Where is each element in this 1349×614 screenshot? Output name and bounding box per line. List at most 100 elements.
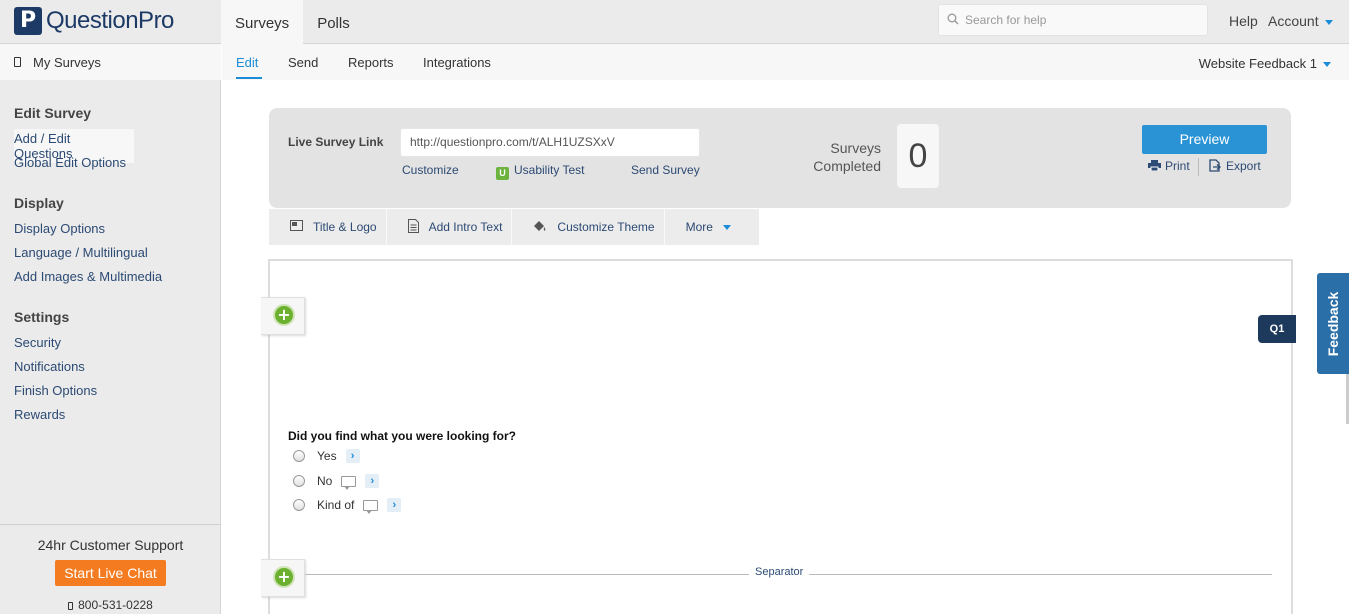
sidebar-item-finish-options[interactable]: Finish Options [14, 383, 97, 398]
completed-count: 0 [897, 124, 939, 188]
sidebar-item-images-multimedia[interactable]: Add Images & Multimedia [14, 269, 162, 284]
feedback-tab[interactable]: Feedback [1317, 273, 1349, 374]
mobile-icon [14, 57, 21, 67]
account-label: Account [1268, 13, 1319, 29]
usability-icon: U [496, 167, 509, 180]
more-menu[interactable]: More [664, 209, 759, 245]
section-settings: Settings [14, 309, 70, 325]
export-icon [1209, 159, 1222, 172]
print-icon [1148, 160, 1161, 172]
branching-arrow-icon[interactable]: › [387, 498, 402, 512]
question-text[interactable]: Did you find what you were looking for? [288, 429, 516, 443]
section-edit-survey: Edit Survey [14, 105, 92, 121]
completed-line-2: Completed [813, 158, 881, 174]
surveys-completed-label: Surveys Completed [789, 139, 881, 175]
print-link[interactable]: Print [1148, 159, 1190, 173]
search-input[interactable]: Search for help [938, 4, 1208, 36]
customize-link[interactable]: Customize [402, 163, 459, 177]
divider [1198, 158, 1199, 176]
answer-radio[interactable] [293, 450, 305, 462]
send-survey-link[interactable]: Send Survey [631, 163, 700, 177]
export-label: Export [1226, 159, 1261, 173]
paint-icon [533, 220, 547, 235]
logo-text: QuestionPro [46, 7, 174, 34]
account-menu[interactable]: Account [1268, 13, 1333, 29]
live-link-label: Live Survey Link [288, 135, 384, 149]
customize-theme-button[interactable]: Customize Theme [512, 209, 665, 245]
chevron-down-icon [722, 224, 731, 230]
add-intro-text-button[interactable]: Add Intro Text [386, 209, 513, 245]
tab-polls[interactable]: Polls [303, 0, 364, 44]
sidebar-item-rewards[interactable]: Rewards [14, 407, 65, 422]
help-link[interactable]: Help [1229, 13, 1258, 29]
answer-label: Kind of [317, 498, 355, 512]
phone-icon [68, 602, 74, 610]
customer-support: 24hr Customer Support Start Live Chat 80… [0, 524, 221, 614]
completed-line-1: Surveys [830, 140, 881, 156]
section-display: Display [14, 195, 64, 211]
customize-theme-label: Customize Theme [557, 220, 655, 234]
export-link[interactable]: Export [1208, 159, 1261, 173]
comment-icon[interactable] [341, 475, 357, 490]
answer-option: Yes › [293, 449, 360, 463]
logo[interactable]: P QuestionPro [14, 7, 174, 35]
chevron-down-icon [1324, 19, 1333, 25]
active-tab-indicator [236, 77, 262, 79]
main-tabs: Surveys Polls [221, 0, 364, 45]
sidebar-item-notifications[interactable]: Notifications [14, 359, 85, 374]
support-phone: 800-531-0228 [0, 598, 221, 612]
branching-arrow-icon[interactable]: › [365, 474, 380, 488]
document-icon [407, 218, 419, 236]
title-logo-button[interactable]: Title & Logo [269, 209, 387, 245]
start-live-chat-button[interactable]: Start Live Chat [55, 560, 166, 586]
answer-option: Kind of › [293, 498, 402, 514]
survey-name: Website Feedback 1 [1198, 56, 1317, 71]
tab-reports[interactable]: Reports [348, 55, 394, 70]
logo-mark: P [14, 7, 42, 35]
live-link-panel: Live Survey Link http://questionpro.com/… [269, 108, 1291, 208]
tab-edit[interactable]: Edit [236, 55, 258, 70]
sub-nav: Edit Send Reports Integrations Website F… [222, 44, 1349, 80]
tab-send[interactable]: Send [288, 55, 318, 70]
add-question-button[interactable]: + [261, 559, 305, 597]
sidebar-item-global-edit-options[interactable]: Global Edit Options [14, 155, 126, 170]
survey-selector[interactable]: Website Feedback 1 [1199, 56, 1331, 71]
tab-surveys[interactable]: Surveys [221, 0, 304, 45]
sidebar: My Surveys Edit Survey Add / Edit Questi… [0, 44, 221, 614]
answer-label: No [317, 474, 333, 488]
branching-arrow-icon[interactable]: › [345, 449, 360, 463]
print-label: Print [1165, 159, 1190, 173]
top-bar: P QuestionPro Surveys Polls Search for h… [0, 0, 1349, 45]
separator-label[interactable]: Separator [749, 566, 810, 578]
add-intro-text-label: Add Intro Text [428, 220, 503, 234]
comment-icon[interactable] [363, 499, 379, 514]
preview-button[interactable]: Preview [1142, 125, 1267, 154]
title-logo-label: Title & Logo [313, 220, 377, 234]
chevron-down-icon [1323, 62, 1331, 68]
plus-icon: + [273, 304, 295, 326]
layout-icon [290, 220, 303, 234]
answer-radio[interactable] [293, 475, 305, 487]
usability-test-link[interactable]: U Usability Test [496, 163, 584, 180]
editor-toolbar: Title & Logo Add Intro Text Customize Th… [269, 209, 759, 245]
sidebar-item-language[interactable]: Language / Multilingual [14, 245, 148, 260]
support-title: 24hr Customer Support [37, 537, 184, 553]
plus-icon: + [273, 566, 295, 588]
search-placeholder: Search for help [965, 13, 1047, 27]
answer-option: No › [293, 474, 380, 490]
feedback-label: Feedback [1325, 291, 1341, 356]
survey-link-field[interactable]: http://questionpro.com/t/ALH1UZSXxV [400, 128, 700, 157]
search-icon [947, 13, 959, 28]
sidebar-item-display-options[interactable]: Display Options [14, 221, 105, 236]
more-label: More [685, 220, 713, 234]
my-surveys-link[interactable]: My Surveys [0, 44, 221, 80]
usability-test-label: Usability Test [514, 163, 585, 177]
answer-label: Yes [317, 449, 337, 463]
answer-radio[interactable] [293, 499, 305, 511]
sidebar-item-security[interactable]: Security [14, 335, 61, 350]
add-question-button[interactable]: + [261, 297, 305, 335]
tab-integrations[interactable]: Integrations [423, 55, 491, 70]
support-phone-number: 800-531-0228 [78, 598, 153, 612]
question-number-badge[interactable]: Q1 [1258, 315, 1296, 343]
my-surveys-label: My Surveys [33, 54, 101, 70]
